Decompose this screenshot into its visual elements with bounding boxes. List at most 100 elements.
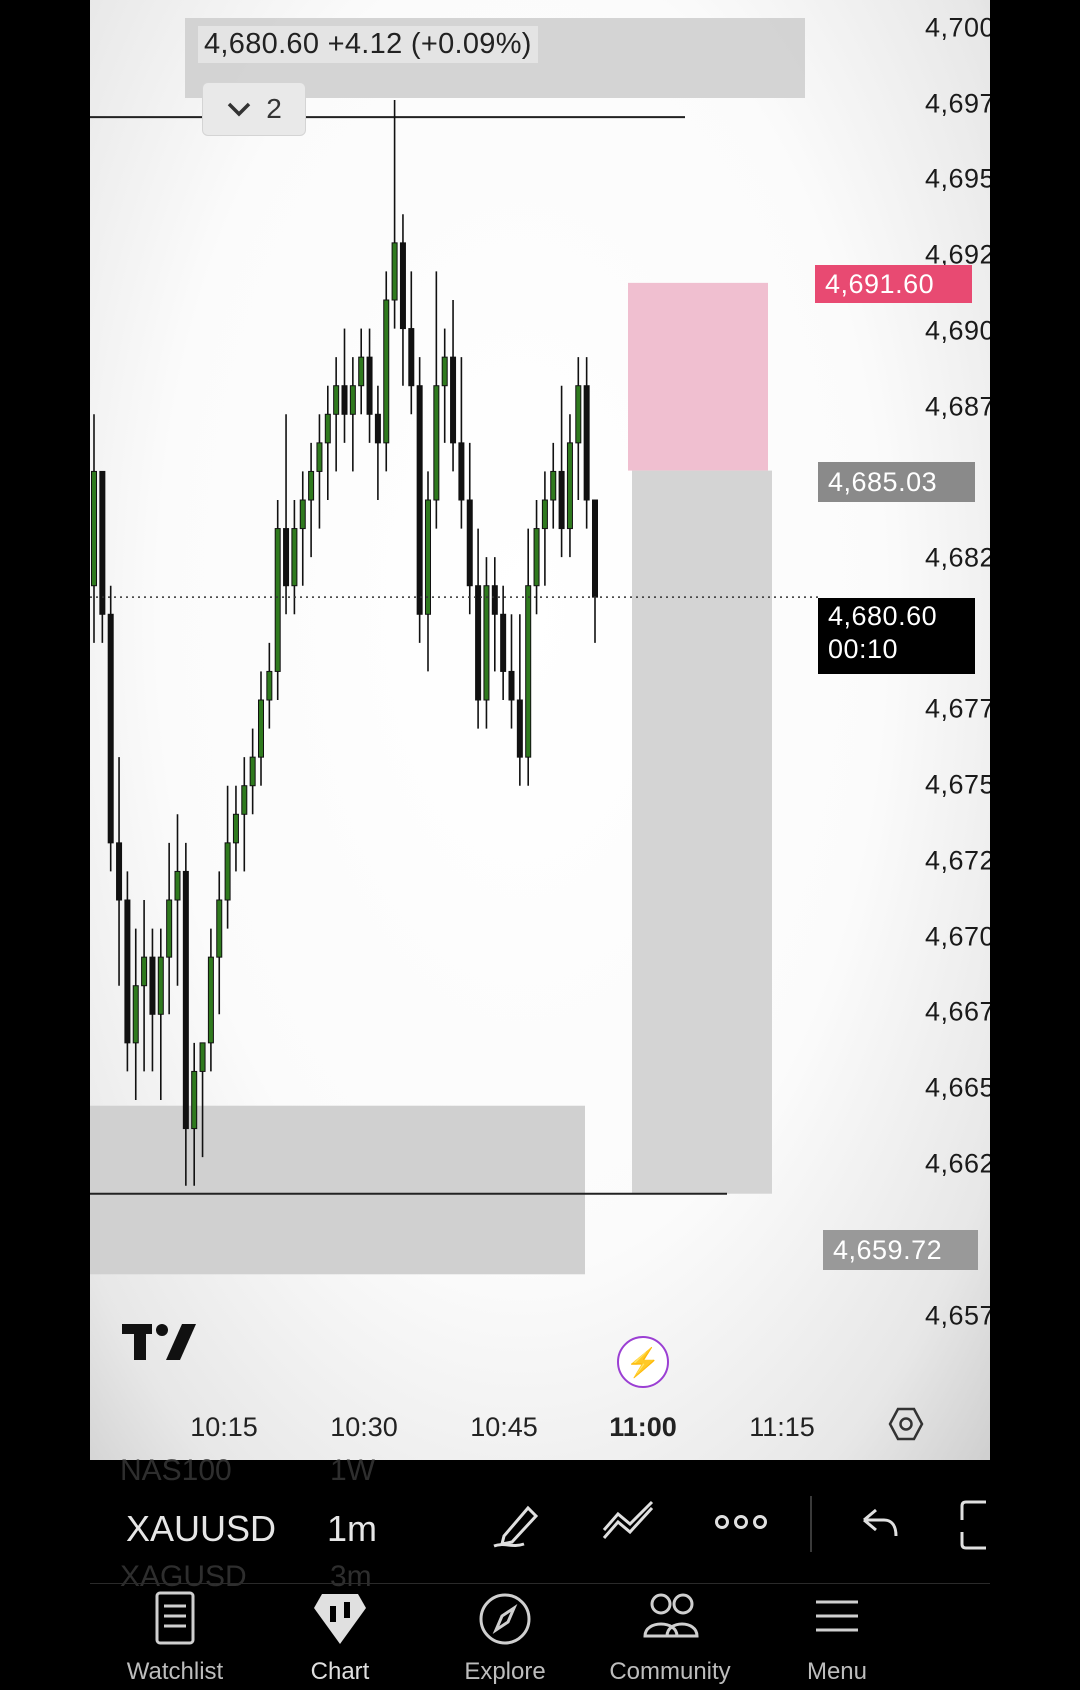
bullish-candle: [566, 442, 573, 530]
nav-explore[interactable]: Explore: [425, 1590, 585, 1686]
bearish-candle: [558, 470, 565, 530]
flash-icon[interactable]: ⚡: [617, 1336, 669, 1388]
nav-label-menu: Menu: [806, 1658, 868, 1685]
time-axis-label-current: 11:00: [609, 1412, 677, 1442]
bullish-candle: [324, 413, 331, 444]
bullish-candle: [291, 528, 298, 587]
nav-chart[interactable]: Chart: [260, 1590, 420, 1686]
bearish-candle: [416, 385, 423, 615]
nav-label-explore: Explore: [464, 1658, 546, 1685]
price-axis-label: 4,667.50: [925, 996, 990, 1027]
nav-menu[interactable]: Menu: [757, 1590, 917, 1686]
price-axis-label: 4,682.50: [925, 542, 990, 573]
nav-community[interactable]: Community: [590, 1590, 750, 1686]
bullish-candle: [191, 1070, 198, 1130]
fullscreen-icon[interactable]: [960, 1500, 988, 1550]
bearish-candle: [516, 699, 523, 758]
bullish-candle: [274, 528, 281, 672]
toolbar-divider: [810, 1496, 812, 1552]
bullish-candle: [441, 356, 448, 387]
bullish-candle: [308, 470, 315, 501]
price-axis-label: 4,700.00: [925, 12, 990, 43]
interval-selector[interactable]: 1m: [327, 1508, 377, 1550]
price-axis-label: 4,662.50: [925, 1148, 990, 1179]
chart-icon: [314, 1594, 366, 1644]
price-axis-label: 4,695.00: [925, 163, 990, 194]
bearish-candle: [283, 528, 290, 587]
bullish-candle: [266, 670, 273, 701]
interval-scroll-next[interactable]: 3m: [330, 1560, 372, 1594]
bearish-candle: [475, 585, 482, 701]
bullish-candle: [391, 242, 398, 301]
bearish-candle: [408, 328, 415, 387]
indicators-toggle-button[interactable]: 2: [202, 82, 306, 136]
indicator-count: 2: [266, 93, 282, 124]
nav-watchlist[interactable]: Watchlist: [95, 1590, 255, 1686]
nav-label-watchlist: Watchlist: [126, 1658, 224, 1685]
take-profit-price-tag: 4,659.72: [823, 1230, 978, 1270]
more-icon[interactable]: [714, 1512, 768, 1532]
current-price-tag: 4,680.60 00:10: [818, 598, 975, 674]
bearish-candle: [591, 499, 599, 598]
interval-scroll-prev[interactable]: 1W: [330, 1454, 375, 1488]
current-price-value: 4,680.60: [828, 601, 938, 631]
price-axis-label: 4,675.00: [925, 769, 990, 800]
community-icon: [643, 1593, 699, 1638]
bearish-candle: [491, 585, 498, 615]
quote-readout: 4,680.60 +4.12 (+0.09%): [198, 26, 538, 63]
bullish-candle: [299, 499, 306, 530]
bearish-candle: [124, 899, 131, 1044]
bearish-candle: [116, 842, 123, 901]
price-axis-label: 4,657.50: [925, 1300, 990, 1331]
tradingview-logo: [122, 1324, 196, 1360]
bullish-candle: [550, 470, 557, 501]
stop-loss-zone: [628, 282, 768, 471]
bullish-candle: [349, 385, 356, 415]
chart-area[interactable]: 4,680.60 +4.12 (+0.09%) 2 4,700.00 4,697…: [90, 0, 990, 1460]
toolbar-bottom-divider: [90, 1583, 990, 1584]
bearish-candle: [508, 670, 515, 701]
stop-loss-price-tag: 4,691.60: [815, 265, 972, 303]
time-axis-label: 10:15: [190, 1412, 258, 1442]
bearish-candle: [399, 242, 406, 330]
undo-icon[interactable]: [860, 1504, 900, 1544]
bullish-candle: [141, 956, 148, 987]
symbol-scroll-next[interactable]: XAGUSD: [120, 1560, 247, 1594]
bearish-candle: [500, 613, 507, 672]
bearish-candle: [107, 613, 114, 844]
take-profit-zone: [632, 470, 772, 1194]
symbol-scroll-prev[interactable]: NAS100: [120, 1454, 232, 1488]
bearish-candle: [374, 413, 381, 444]
watchlist-icon: [155, 1591, 195, 1645]
bullish-candle: [383, 299, 390, 444]
bullish-candle: [249, 756, 256, 787]
nav-label-chart: Chart: [310, 1658, 370, 1685]
bearish-candle: [99, 470, 106, 615]
chart-toolbar: NAS100 1W XAUUSD 1m XAGUSD 3m: [90, 1454, 990, 1593]
bullish-candle: [157, 956, 164, 1015]
price-axis-label: 4,672.50: [925, 845, 990, 876]
bearish-candle: [182, 870, 189, 1130]
bullish-candle: [241, 785, 248, 815]
chart-settings-icon[interactable]: [888, 1406, 924, 1442]
bullish-candle: [174, 870, 181, 901]
symbol-selector[interactable]: XAUUSD: [126, 1508, 296, 1550]
bar-countdown: 00:10: [828, 634, 899, 664]
price-axis-label: 4,697.50: [925, 88, 990, 119]
bearish-candle: [458, 442, 465, 501]
bullish-candle: [358, 356, 365, 387]
bearish-candle: [450, 356, 457, 444]
bullish-candle: [232, 813, 239, 844]
bullish-candle: [525, 585, 532, 758]
time-axis-label: 10:45: [470, 1412, 538, 1442]
trend-line-icon[interactable]: [600, 1500, 660, 1550]
pencil-icon[interactable]: [490, 1500, 544, 1550]
bottom-navigation: Watchlist Chart Explore Community Menu: [90, 1590, 990, 1690]
price-axis-label: 4,687.50: [925, 391, 990, 422]
support-zone: [90, 1105, 585, 1275]
price-axis-label: 4,690.00: [925, 315, 990, 346]
bullish-candle: [533, 528, 540, 587]
price-axis-label: 4,677.50: [925, 693, 990, 724]
bullish-candle: [199, 1042, 206, 1072]
bullish-candle: [224, 842, 231, 901]
